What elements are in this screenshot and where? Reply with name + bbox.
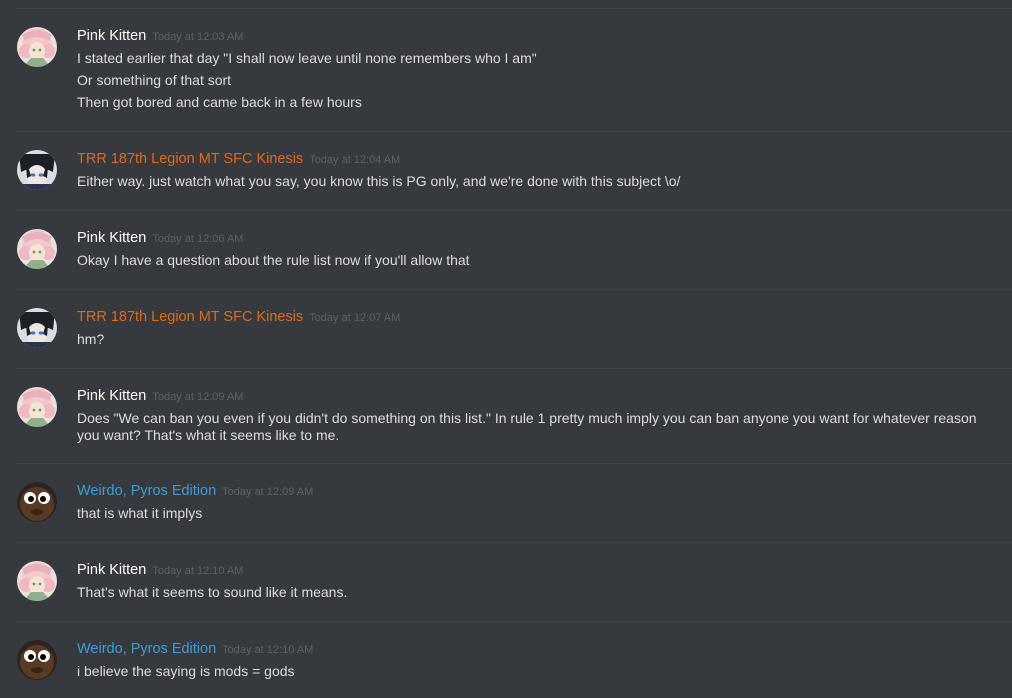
username[interactable]: Pink Kitten [77, 388, 146, 404]
message-divider [16, 542, 1012, 543]
avatar[interactable] [17, 27, 57, 67]
message-text: I stated earlier that day "I shall now l… [77, 50, 537, 66]
message-text: Okay I have a question about the rule li… [77, 252, 470, 268]
avatar[interactable] [17, 150, 57, 190]
message-divider [16, 210, 1012, 211]
message-divider [16, 289, 1012, 290]
username[interactable]: Pink Kitten [77, 28, 146, 44]
timestamp: Today at 12:10 AM [152, 565, 244, 577]
message-header: TRR 187th Legion MT SFC Kinesis Today at … [77, 150, 400, 169]
message-header: Pink Kitten Today at 12:03 AM [77, 27, 243, 46]
message-header: Pink Kitten Today at 12:10 AM [77, 561, 243, 580]
username[interactable]: Pink Kitten [77, 230, 146, 246]
message-divider [16, 8, 1012, 9]
message-divider [16, 621, 1012, 622]
username[interactable]: Weirdo, Pyros Edition [77, 641, 216, 657]
avatar[interactable] [17, 387, 57, 427]
timestamp: Today at 12:06 AM [152, 233, 244, 245]
avatar[interactable] [17, 482, 57, 522]
message-text: Does "We can ban you even if you didn't … [77, 410, 977, 426]
username[interactable]: TRR 187th Legion MT SFC Kinesis [77, 309, 303, 325]
message-divider [16, 368, 1012, 369]
message-text: hm? [77, 331, 105, 347]
chat-messages: Pink Kitten Today at 12:03 AM I stated ea… [0, 0, 1012, 698]
timestamp: Today at 12:07 AM [309, 312, 401, 324]
message-text: i believe the saying is mods = gods [77, 663, 295, 679]
message-divider [16, 463, 1012, 464]
timestamp: Today at 12:09 AM [222, 486, 314, 498]
timestamp: Today at 12:09 AM [152, 391, 244, 403]
message-header: Weirdo, Pyros Edition Today at 12:09 AM [77, 482, 313, 501]
avatar[interactable] [17, 308, 57, 348]
avatar[interactable] [17, 229, 57, 269]
timestamp: Today at 12:10 AM [222, 644, 314, 656]
message-header: Weirdo, Pyros Edition Today at 12:10 AM [77, 640, 313, 659]
message-text: you want? That's what it seems like to m… [77, 427, 340, 443]
username[interactable]: TRR 187th Legion MT SFC Kinesis [77, 151, 303, 167]
avatar[interactable] [17, 640, 57, 680]
message-header: TRR 187th Legion MT SFC Kinesis Today at … [77, 308, 400, 327]
message-text: Either way. just watch what you say, you… [77, 173, 681, 189]
message-header: Pink Kitten Today at 12:06 AM [77, 229, 243, 248]
message-text: Then got bored and came back in a few ho… [77, 94, 362, 110]
avatar[interactable] [17, 561, 57, 601]
timestamp: Today at 12:03 AM [152, 31, 244, 43]
timestamp: Today at 12:04 AM [309, 154, 401, 166]
username[interactable]: Pink Kitten [77, 562, 146, 578]
message-text: that is what it implys [77, 505, 203, 521]
message-text: Or something of that sort [77, 72, 232, 88]
message-header: Pink Kitten Today at 12:09 AM [77, 387, 243, 406]
username[interactable]: Weirdo, Pyros Edition [77, 483, 216, 499]
message-divider [16, 131, 1012, 132]
message-text: That's what it seems to sound like it me… [77, 584, 348, 600]
